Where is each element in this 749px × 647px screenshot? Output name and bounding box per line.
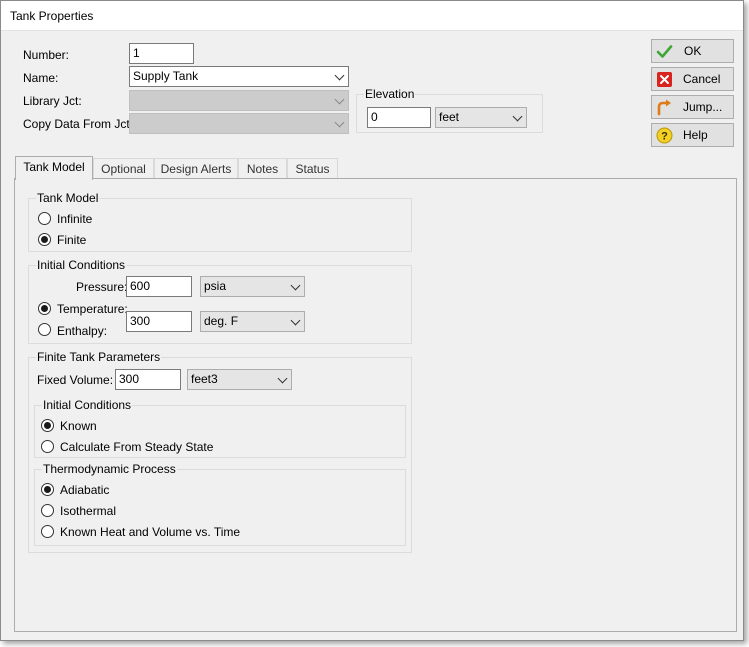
radio-known[interactable]	[41, 419, 54, 432]
isothermal-label: Isothermal	[60, 504, 117, 518]
checkmark-icon	[656, 45, 673, 58]
name-value: Supply Tank	[133, 69, 199, 83]
library-jct-combo[interactable]	[129, 90, 349, 111]
initial-conditions-title: Initial Conditions	[36, 258, 127, 272]
pressure-label: Pressure:	[76, 280, 128, 294]
temperature-label: Temperature:	[57, 302, 128, 316]
chevron-down-icon	[334, 70, 345, 81]
copy-data-label: Copy Data From Jct...	[23, 117, 140, 131]
fixed-volume-unit-value: feet3	[191, 372, 218, 386]
title-bar: Tank Properties	[1, 1, 743, 31]
help-label: Help	[683, 128, 708, 142]
ok-button[interactable]: OK	[651, 39, 734, 63]
pressure-input[interactable]: 600	[126, 276, 192, 297]
help-button[interactable]: ? Help	[651, 123, 734, 147]
radio-calculate-steady-state[interactable]	[41, 440, 54, 453]
jump-label: Jump...	[683, 100, 723, 114]
radio-finite[interactable]	[38, 233, 51, 246]
adiabatic-label: Adiabatic	[60, 483, 110, 497]
elevation-unit-value: feet	[439, 110, 460, 124]
temperature-unit-select[interactable]: deg. F	[200, 311, 305, 332]
elevation-title: Elevation	[364, 87, 416, 101]
name-combo[interactable]: Supply Tank	[129, 66, 349, 87]
elevation-unit-select[interactable]: feet	[435, 107, 527, 128]
jump-button[interactable]: Jump...	[651, 95, 734, 119]
svg-text:?: ?	[661, 131, 668, 143]
tab-label: Design Alerts	[160, 162, 232, 176]
number-label: Number:	[23, 48, 70, 62]
tab-design-alerts[interactable]: Design Alerts	[154, 158, 238, 179]
tab-label: Optional	[101, 162, 146, 176]
help-icon: ?	[656, 127, 673, 144]
enthalpy-label: Enthalpy:	[57, 324, 108, 338]
finite-tank-title: Finite Tank Parameters	[36, 350, 162, 364]
infinite-label: Infinite	[57, 212, 93, 226]
tab-tank-model[interactable]: Tank Model	[15, 156, 93, 180]
copy-data-combo[interactable]	[129, 113, 349, 134]
radio-adiabatic[interactable]	[41, 483, 54, 496]
tab-label: Status	[295, 162, 330, 176]
radio-infinite[interactable]	[38, 212, 51, 225]
tank-model-title: Tank Model	[36, 191, 100, 205]
chevron-down-icon	[512, 111, 523, 122]
calculate-steady-state-label: Calculate From Steady State	[60, 440, 214, 454]
close-icon	[657, 72, 672, 87]
radio-enthalpy[interactable]	[38, 323, 51, 336]
tab-status[interactable]: Status	[287, 158, 338, 179]
cancel-button[interactable]: Cancel	[651, 67, 734, 91]
chevron-down-icon	[290, 315, 301, 326]
tab-label: Tank Model	[23, 160, 85, 174]
fixed-volume-label: Fixed Volume:	[37, 373, 114, 387]
tank-initial-conditions-title: Initial Conditions	[42, 398, 133, 412]
known-heat-volume-label: Known Heat and Volume vs. Time	[60, 525, 241, 539]
fixed-volume-input[interactable]: 300	[115, 369, 181, 390]
name-label: Name:	[23, 71, 59, 85]
temperature-unit-value: deg. F	[204, 314, 239, 328]
fixed-volume-unit-select[interactable]: feet3	[187, 369, 292, 390]
window-title: Tank Properties	[10, 9, 94, 23]
tab-label: Notes	[246, 162, 279, 176]
number-input[interactable]: 1	[129, 43, 194, 64]
cancel-label: Cancel	[683, 72, 721, 86]
ok-label: OK	[684, 44, 702, 58]
chevron-down-icon	[277, 373, 288, 384]
chevron-down-icon	[334, 94, 345, 105]
library-jct-label: Library Jct:	[23, 94, 82, 108]
temperature-input[interactable]: 300	[126, 311, 192, 332]
chevron-down-icon	[334, 117, 345, 128]
finite-label: Finite	[57, 233, 87, 247]
chevron-down-icon	[290, 280, 301, 291]
radio-isothermal[interactable]	[41, 504, 54, 517]
jump-arrow-icon	[657, 99, 671, 116]
tank-properties-dialog: Tank Properties Number: 1 Name: Supply T…	[0, 0, 744, 641]
tab-optional[interactable]: Optional	[93, 158, 154, 179]
pressure-unit-select[interactable]: psia	[200, 276, 305, 297]
tab-notes[interactable]: Notes	[238, 158, 287, 179]
radio-temperature[interactable]	[38, 302, 51, 315]
thermodynamic-process-title: Thermodynamic Process	[42, 462, 177, 476]
elevation-input[interactable]: 0	[367, 107, 431, 128]
radio-known-heat-volume[interactable]	[41, 525, 54, 538]
known-label: Known	[60, 419, 97, 433]
pressure-unit-value: psia	[204, 279, 227, 293]
